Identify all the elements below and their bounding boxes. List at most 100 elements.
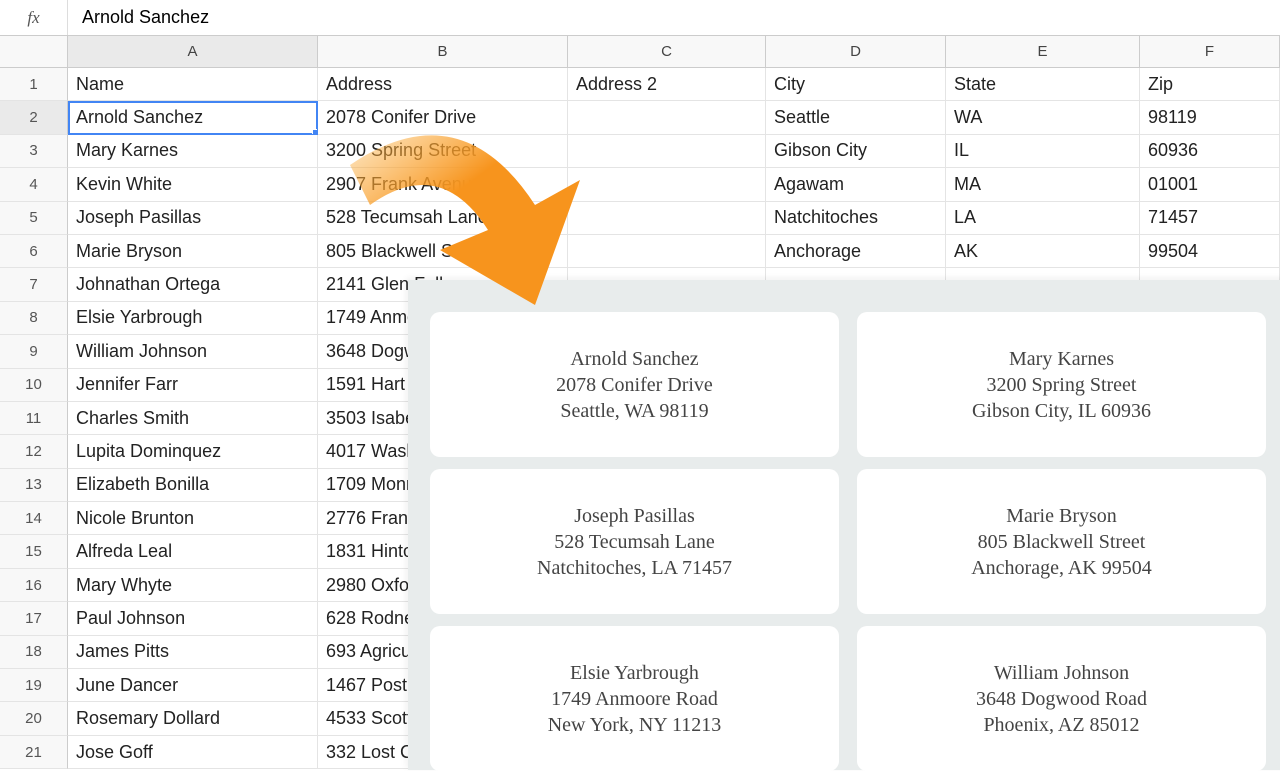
label-name: William Johnson [994, 660, 1129, 686]
row-header[interactable]: 6 [0, 235, 68, 268]
cell[interactable]: Johnathan Ortega [68, 268, 318, 301]
cell[interactable]: 71457 [1140, 202, 1280, 235]
row-header[interactable]: 9 [0, 335, 68, 368]
row-header[interactable]: 19 [0, 669, 68, 702]
cell[interactable]: Elizabeth Bonilla [68, 469, 318, 502]
cell[interactable]: AK [946, 235, 1140, 268]
cell[interactable]: William Johnson [68, 335, 318, 368]
cell[interactable]: Joseph Pasillas [68, 202, 318, 235]
label-street: 3200 Spring Street [987, 372, 1137, 398]
cell[interactable]: IL [946, 135, 1140, 168]
row-header[interactable]: 3 [0, 135, 68, 168]
cell[interactable]: Nicole Brunton [68, 502, 318, 535]
row-header[interactable]: 8 [0, 302, 68, 335]
label-street: 1749 Anmoore Road [551, 686, 718, 712]
cell[interactable]: 99504 [1140, 235, 1280, 268]
row-header[interactable]: 15 [0, 535, 68, 568]
cell[interactable] [568, 135, 766, 168]
cell[interactable]: Arnold Sanchez [68, 101, 318, 134]
row-header[interactable]: 20 [0, 702, 68, 735]
cell[interactable]: Seattle [766, 101, 946, 134]
cell[interactable]: Mary Karnes [68, 135, 318, 168]
label-city-state-zip: Seattle, WA 98119 [560, 398, 708, 424]
cell[interactable]: Alfreda Leal [68, 535, 318, 568]
label-city-state-zip: Anchorage, AK 99504 [971, 555, 1152, 581]
header-cell-city[interactable]: City [766, 68, 946, 101]
cell[interactable]: Rosemary Dollard [68, 702, 318, 735]
column-header-a[interactable]: A [68, 36, 318, 68]
cell[interactable] [568, 168, 766, 201]
cell[interactable]: Natchitoches [766, 202, 946, 235]
label-street: 3648 Dogwood Road [976, 686, 1147, 712]
cell[interactable]: LA [946, 202, 1140, 235]
row-header[interactable]: 2 [0, 101, 68, 134]
cell[interactable]: 98119 [1140, 101, 1280, 134]
cell[interactable] [568, 202, 766, 235]
header-cell-zip[interactable]: Zip [1140, 68, 1280, 101]
cell[interactable]: Anchorage [766, 235, 946, 268]
cell[interactable] [568, 235, 766, 268]
formula-input[interactable] [68, 0, 1280, 35]
column-header-d[interactable]: D [766, 36, 946, 68]
column-header-c[interactable]: C [568, 36, 766, 68]
row-header[interactable]: 7 [0, 268, 68, 301]
select-all-corner[interactable] [0, 36, 68, 68]
row-header[interactable]: 10 [0, 369, 68, 402]
cell[interactable]: Jennifer Farr [68, 369, 318, 402]
label-name: Mary Karnes [1009, 346, 1114, 372]
cell[interactable]: Elsie Yarbrough [68, 302, 318, 335]
label-street: 805 Blackwell Street [978, 529, 1146, 555]
label-city-state-zip: Phoenix, AZ 85012 [983, 712, 1139, 738]
cell[interactable]: Gibson City [766, 135, 946, 168]
row-header[interactable]: 18 [0, 636, 68, 669]
cell[interactable]: Agawam [766, 168, 946, 201]
cell[interactable]: James Pitts [68, 636, 318, 669]
header-cell-state[interactable]: State [946, 68, 1140, 101]
header-cell-name[interactable]: Name [68, 68, 318, 101]
column-header-b[interactable]: B [318, 36, 568, 68]
column-header-e[interactable]: E [946, 36, 1140, 68]
label-city-state-zip: Gibson City, IL 60936 [972, 398, 1151, 424]
cell[interactable]: MA [946, 168, 1140, 201]
row-header[interactable]: 11 [0, 402, 68, 435]
address-label-card: Joseph Pasillas528 Tecumsah LaneNatchito… [430, 469, 839, 614]
row-header[interactable]: 1 [0, 68, 68, 101]
row-header[interactable]: 14 [0, 502, 68, 535]
cell[interactable]: Charles Smith [68, 402, 318, 435]
cell[interactable]: Kevin White [68, 168, 318, 201]
address-label-card: Arnold Sanchez2078 Conifer DriveSeattle,… [430, 312, 839, 457]
label-city-state-zip: New York, NY 11213 [548, 712, 722, 738]
cell[interactable]: Marie Bryson [68, 235, 318, 268]
formula-bar: fx [0, 0, 1280, 36]
address-label-card: Mary Karnes3200 Spring StreetGibson City… [857, 312, 1266, 457]
cell[interactable]: Mary Whyte [68, 569, 318, 602]
cell[interactable]: 2078 Conifer Drive [318, 101, 568, 134]
cell[interactable]: June Dancer [68, 669, 318, 702]
header-cell-address2[interactable]: Address 2 [568, 68, 766, 101]
row-header[interactable]: 5 [0, 202, 68, 235]
row-header[interactable]: 16 [0, 569, 68, 602]
cell[interactable]: 805 Blackwell Street [318, 235, 568, 268]
column-header-f[interactable]: F [1140, 36, 1280, 68]
row-header[interactable]: 13 [0, 469, 68, 502]
row-header[interactable]: 21 [0, 736, 68, 769]
row-header[interactable]: 4 [0, 168, 68, 201]
cell[interactable]: 528 Tecumsah Lane [318, 202, 568, 235]
cell[interactable] [568, 101, 766, 134]
row-header[interactable]: 17 [0, 602, 68, 635]
cell[interactable]: 3200 Spring Street [318, 135, 568, 168]
address-label-card: Elsie Yarbrough1749 Anmoore RoadNew York… [430, 626, 839, 771]
label-name: Elsie Yarbrough [570, 660, 699, 686]
header-cell-address[interactable]: Address [318, 68, 568, 101]
fx-icon[interactable]: fx [0, 0, 68, 35]
cell[interactable]: Paul Johnson [68, 602, 318, 635]
cell[interactable]: 01001 [1140, 168, 1280, 201]
label-name: Arnold Sanchez [570, 346, 698, 372]
cell[interactable]: Lupita Dominquez [68, 435, 318, 468]
row-header[interactable]: 12 [0, 435, 68, 468]
cell[interactable]: 2907 Frank Avenue [318, 168, 568, 201]
cell[interactable]: Jose Goff [68, 736, 318, 769]
label-street: 2078 Conifer Drive [556, 372, 713, 398]
cell[interactable]: WA [946, 101, 1140, 134]
cell[interactable]: 60936 [1140, 135, 1280, 168]
